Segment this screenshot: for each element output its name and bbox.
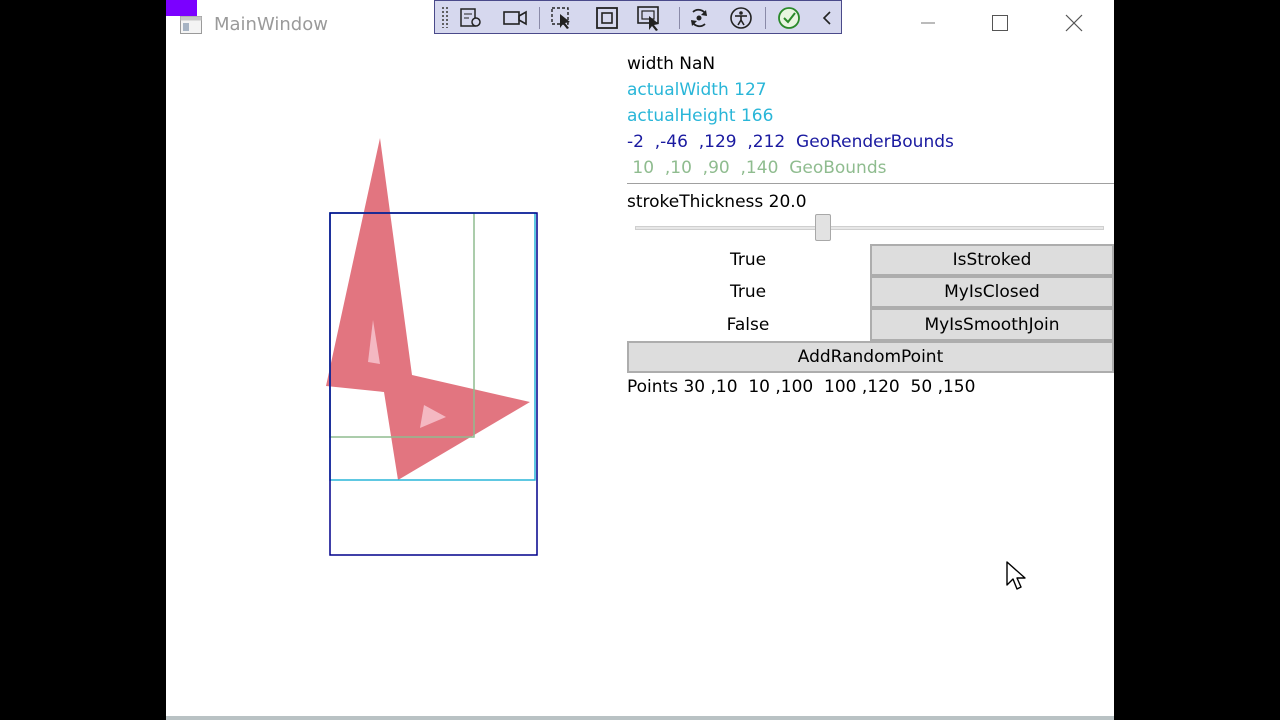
slider-track[interactable] — [635, 226, 1104, 230]
maximize-button[interactable] — [964, 0, 1036, 50]
add-random-point-button[interactable]: AddRandomPoint — [627, 341, 1114, 373]
track-focused-element-icon[interactable] — [635, 5, 663, 31]
toolbar-separator — [679, 7, 680, 29]
is-closed-value: True — [729, 282, 767, 302]
toolbar-separator — [765, 7, 766, 29]
main-window: MainWindow width NaN actualWidth 127 act… — [166, 0, 1114, 716]
is-stroked-value: True — [729, 250, 767, 270]
is-stroked-button[interactable]: IsStroked — [870, 244, 1114, 276]
actual-width-label: actualWidth 127 — [627, 80, 767, 100]
slider-thumb[interactable] — [815, 214, 831, 241]
polyline-fill — [326, 138, 530, 480]
accessibility-icon[interactable] — [727, 5, 755, 31]
divider — [627, 183, 1114, 184]
points-label: Points 30 ,10 10 ,100 100 ,120 50 ,150 — [627, 377, 976, 397]
width-label: width NaN — [627, 54, 716, 74]
actual-height-label: actualHeight 166 — [627, 106, 774, 126]
mouse-cursor-icon — [1006, 561, 1028, 597]
window-bottom-border — [166, 716, 1114, 720]
is-smooth-join-value: False — [726, 315, 770, 335]
corner-highlight-marker — [166, 0, 197, 16]
my-is-smooth-join-button[interactable]: MyIsSmoothJoin — [870, 308, 1114, 341]
minimize-icon — [920, 15, 936, 35]
minimize-button[interactable] — [892, 0, 964, 50]
collapse-chevron-icon[interactable] — [813, 5, 841, 31]
close-icon — [1065, 14, 1083, 36]
my-is-closed-button[interactable]: MyIsClosed — [870, 276, 1114, 308]
stroke-thickness-label: strokeThickness 20.0 — [627, 192, 807, 212]
canvas-stage — [326, 138, 538, 556]
hot-reload-icon[interactable] — [685, 5, 713, 31]
maximize-icon — [992, 15, 1008, 35]
hot-reload-status-check-icon[interactable] — [775, 5, 803, 31]
polyline-shape — [326, 138, 530, 480]
geo-bounds-label: 10 ,10 ,90 ,140 GeoBounds — [627, 158, 887, 178]
geo-render-bounds-label: -2 ,-46 ,129 ,212 GeoRenderBounds — [627, 132, 954, 152]
close-button[interactable] — [1038, 0, 1110, 50]
